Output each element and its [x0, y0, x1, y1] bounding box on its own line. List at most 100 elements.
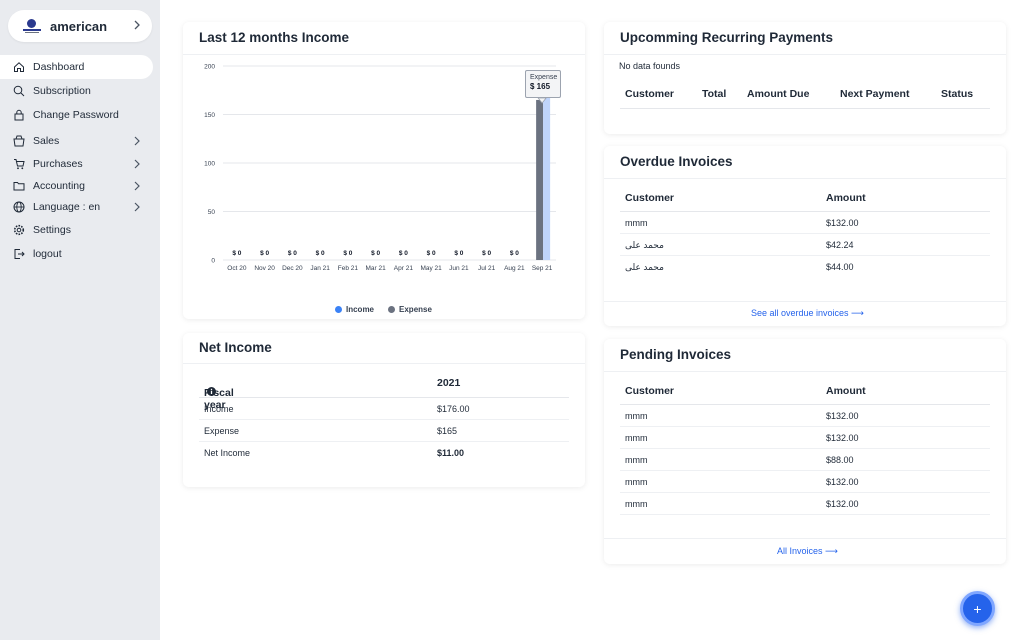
data-label: $ 0 [288, 250, 297, 257]
data-label: $ 0 [454, 250, 463, 257]
table-row: Income $176.00 [199, 398, 569, 420]
tooltip-label: Expense [530, 74, 558, 81]
info-icon[interactable] [207, 387, 216, 396]
recurring-table-header: Customer Total Amount Due Next Payment S… [620, 78, 990, 109]
overdue-invoices-card: Overdue Invoices Customer Amount mmm $13… [604, 146, 1006, 326]
x-tick-label: Sep 21 [532, 265, 553, 272]
data-label: $ 0 [427, 250, 436, 257]
sidebar-item-settings[interactable]: Settings [0, 218, 160, 242]
net-income-row-value: $176.00 [437, 404, 470, 414]
x-tick-label: Jul 21 [478, 265, 496, 272]
y-tick-label: 200 [204, 64, 215, 71]
gear-icon [13, 224, 25, 236]
customer-cell: mmm [625, 433, 648, 443]
legend-dot-icon [335, 306, 342, 313]
organization-logo-icon [22, 18, 42, 34]
sidebar-item-label: Sales [33, 135, 60, 147]
table-row[interactable]: mmm $132.00 [620, 493, 990, 515]
table-row[interactable]: محمد على $42.24 [620, 234, 990, 256]
table-row[interactable]: mmm $132.00 [620, 471, 990, 493]
sidebar-item-dashboard[interactable]: Dashboard [0, 55, 153, 79]
pending-table-header: Customer Amount [620, 377, 990, 405]
cart-icon [13, 158, 25, 170]
sidebar-item-subscription[interactable]: Subscription [0, 79, 160, 103]
amount-cell: $132.00 [826, 433, 859, 443]
table-row: Expense $165 [199, 420, 569, 442]
net-income-header: Fiscal year 2021 [199, 368, 569, 411]
recurring-payments-card: Upcomming Recurring Payments No data fou… [604, 22, 1006, 134]
table-row[interactable]: محمد على $44.00 [620, 256, 990, 278]
legend-dot-icon [388, 306, 396, 313]
y-tick-label: 0 [211, 258, 215, 265]
x-tick-label: Feb 21 [338, 265, 359, 272]
customer-cell: mmm [625, 455, 648, 465]
sidebar-item-label: Settings [33, 224, 71, 236]
net-income-row-label: Net Income [204, 448, 251, 458]
lock-icon [13, 109, 25, 121]
income-chart-card: Last 12 months Income 0 50 100 150 200 Oct 20… [183, 22, 585, 319]
see-all-overdue-link[interactable]: See all overdue invoices ⟶ [751, 308, 864, 319]
column-header: Customer [625, 385, 675, 397]
chevron-right-icon [132, 136, 142, 146]
fiscal-year-value: 2021 [437, 377, 461, 389]
legend-item-expense[interactable]: Expense [388, 305, 432, 314]
sidebar-item-change-password[interactable]: Change Password [0, 103, 160, 127]
sidebar-item-label: Language : en [33, 201, 101, 213]
net-income-row-value: $165 [437, 426, 458, 436]
home-icon [13, 61, 25, 73]
net-income-row-label: Expense [204, 426, 240, 436]
data-label: $ 0 [482, 250, 491, 257]
pending-invoices-title: Pending Invoices [620, 347, 732, 362]
column-header: Total [702, 88, 727, 100]
chart-tooltip: Expense $ 165 [525, 70, 561, 98]
overdue-table-header: Customer Amount [620, 184, 990, 212]
data-label: $ 0 [371, 250, 380, 257]
sidebar-item-label: Purchases [33, 158, 83, 170]
sidebar-item-label: Dashboard [33, 61, 85, 73]
sidebar-item-label: logout [33, 248, 62, 260]
legend-item-income[interactable]: Income [335, 305, 374, 314]
data-label: $ 0 [316, 250, 325, 257]
customer-cell: mmm [625, 411, 648, 421]
sidebar-item-purchases[interactable]: Purchases [0, 153, 160, 175]
data-label: $ 0 [343, 250, 352, 257]
column-header: Amount Due [747, 88, 810, 100]
customer-cell: mmm [625, 499, 648, 509]
legend-label: Expense [399, 305, 432, 314]
sidebar-item-language[interactable]: Language : en [0, 196, 160, 218]
sales-icon [13, 135, 25, 147]
customer-cell: محمد على [625, 240, 664, 250]
chevron-right-icon [132, 19, 142, 33]
sidebar-item-label: Subscription [33, 85, 91, 97]
x-tick-label: Jun 21 [449, 265, 469, 272]
income-bar-chart: 0 50 100 150 200 Oct 20 Nov 20 Dec 20 Jan 21 Feb … [204, 64, 556, 272]
column-header: Customer [625, 88, 675, 100]
logout-icon [13, 248, 25, 260]
legend-label: Income [346, 305, 375, 314]
net-income-row-label: Income [204, 404, 234, 414]
sidebar-item-sales[interactable]: Sales [0, 129, 160, 153]
sidebar-item-logout[interactable]: logout [0, 242, 160, 266]
y-tick-label: 100 [204, 161, 215, 168]
data-label: $ 0 [260, 250, 269, 257]
customer-cell: محمد على [625, 262, 664, 272]
x-tick-label: Dec 20 [282, 265, 303, 272]
bar-income [543, 89, 551, 260]
table-row[interactable]: mmm $88.00 [620, 449, 990, 471]
column-header: Amount [826, 192, 866, 204]
organization-switcher[interactable]: american [8, 10, 152, 42]
table-row[interactable]: mmm $132.00 [620, 405, 990, 427]
sidebar-item-accounting[interactable]: Accounting [0, 175, 160, 196]
amount-cell: $132.00 [826, 411, 859, 421]
subscription-icon [13, 85, 25, 97]
all-invoices-link[interactable]: All Invoices ⟶ [777, 546, 838, 557]
chevron-right-icon [132, 181, 142, 191]
add-button[interactable]: + [960, 591, 995, 626]
table-row[interactable]: mmm $132.00 [620, 212, 990, 234]
chevron-right-icon [132, 202, 142, 212]
pending-invoices-card: Pending Invoices Customer Amount mmm $13… [604, 339, 1006, 564]
table-row[interactable]: mmm $132.00 [620, 427, 990, 449]
sidebar: american Dashboard Subscription Change P… [0, 0, 160, 640]
amount-cell: $44.00 [826, 262, 854, 272]
globe-icon [13, 201, 25, 213]
